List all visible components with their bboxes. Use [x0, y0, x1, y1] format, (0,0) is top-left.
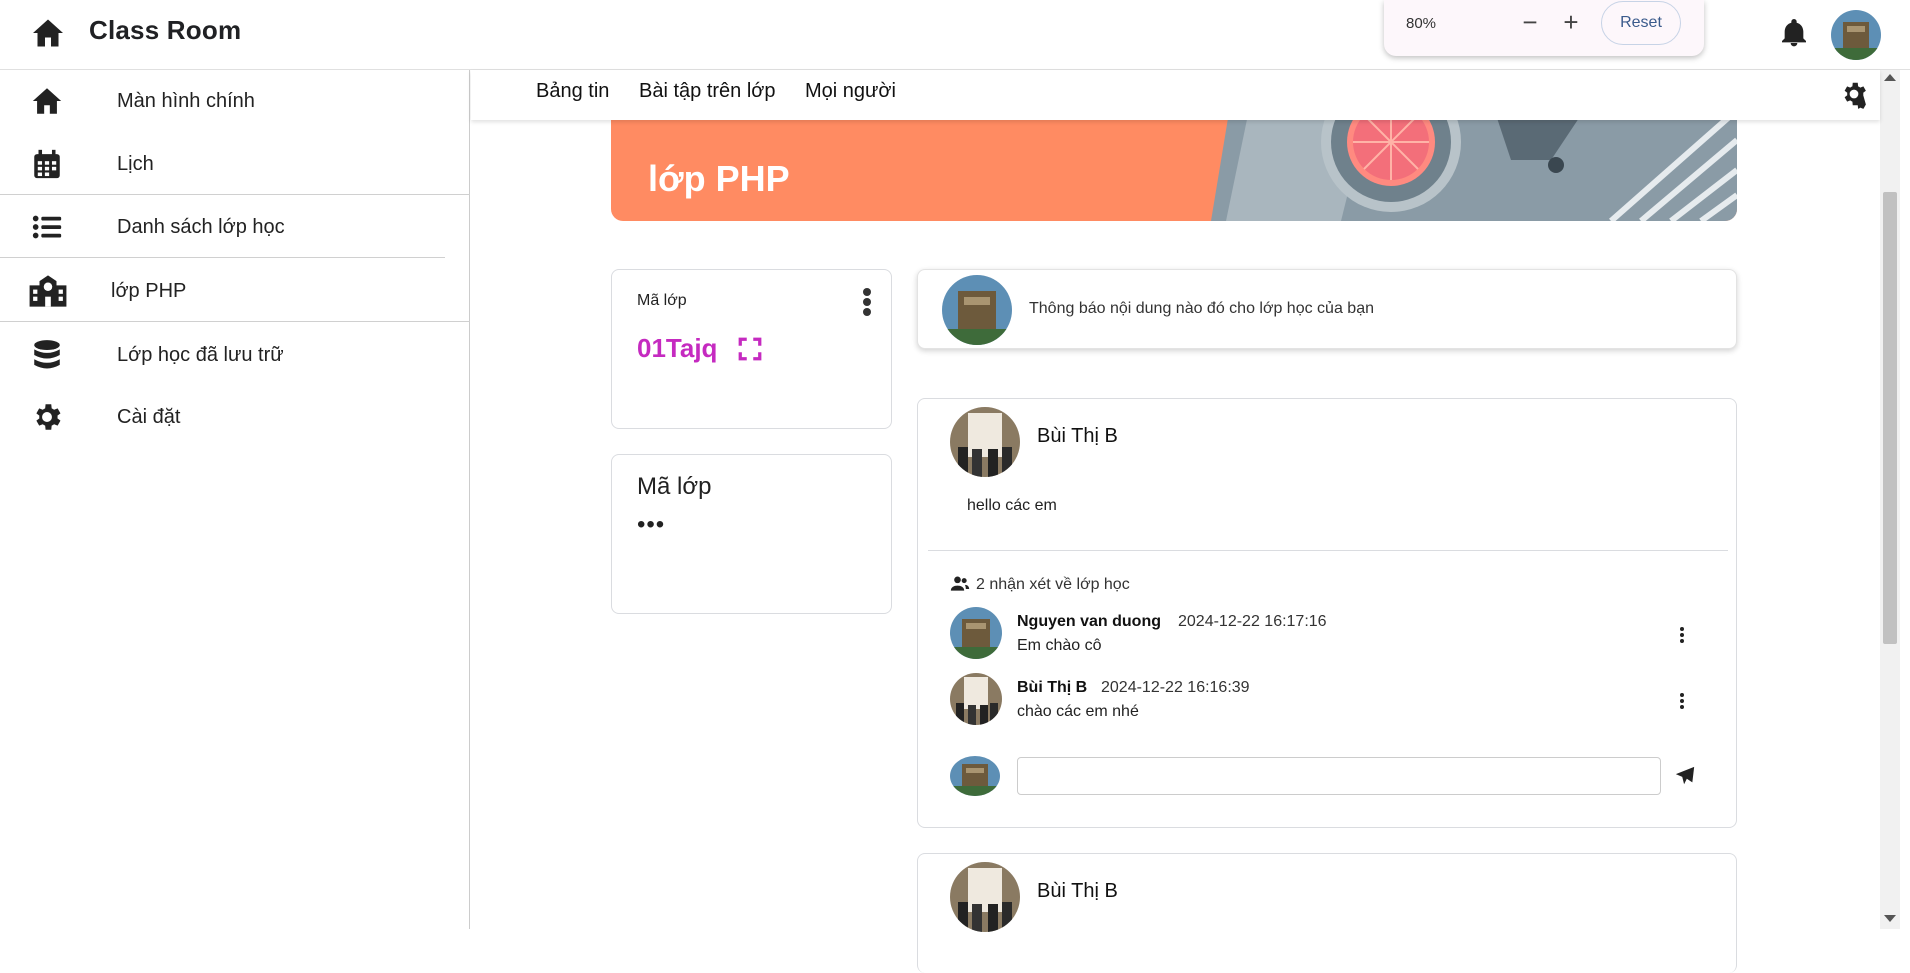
sidebar-item-label: Lớp học đã lưu trữ [117, 344, 284, 366]
sidebar-item-label: Cài đặt [117, 406, 181, 428]
avatar [942, 275, 1012, 345]
announce-box[interactable]: Thông báo nội dung nào đó cho lớp học củ… [917, 269, 1737, 349]
class-code-card: Mã lớp 01Tajq [611, 269, 892, 429]
post-card: Bùi Thị B [917, 853, 1737, 973]
avatar-image [1831, 10, 1881, 60]
school-icon [29, 275, 67, 307]
home-icon[interactable] [30, 15, 66, 51]
divider [928, 550, 1728, 551]
comment-input[interactable] [1017, 757, 1661, 795]
sidebar-item-label: Màn hình chính [117, 90, 255, 112]
class-code-label: Mã lớp [637, 292, 687, 309]
comment-time: 2024-12-22 16:17:16 [1178, 613, 1327, 630]
tab-people[interactable]: Mọi người [805, 80, 896, 103]
sidebar: Màn hình chính Lịch Danh sách lớp học lớ… [0, 70, 470, 929]
sidebar-item-label: Lịch [117, 153, 154, 175]
post-author: Bùi Thị B [1037, 425, 1118, 447]
avatar [950, 673, 1002, 725]
people-icon [950, 576, 970, 591]
class-tabs: Bảng tin Bài tập trên lớp Mọi người [471, 70, 1880, 120]
sidebar-item-label: lớp PHP [111, 280, 187, 302]
calendar-icon [34, 149, 60, 179]
sidebar-item-settings[interactable]: Cài đặt [0, 386, 470, 448]
bell-icon[interactable] [1778, 17, 1810, 49]
comment-author: Bùi Thị B [1017, 679, 1088, 696]
comment-count[interactable]: 2 nhận xét về lớp học [950, 575, 1130, 594]
zoom-out-button[interactable]: − [1515, 8, 1545, 38]
comment-author: Nguyen van duong [1017, 613, 1161, 630]
class-title: lớp PHP [648, 158, 790, 199]
comment-time: 2024-12-22 16:16:39 [1101, 679, 1250, 696]
announce-placeholder: Thông báo nội dung nào đó cho lớp học củ… [1029, 300, 1374, 317]
comment-item: Bùi Thị B 2024-12-22 16:16:39 chào các e… [950, 673, 1710, 729]
avatar [950, 407, 1020, 477]
sidebar-item-label: Danh sách lớp học [117, 216, 285, 238]
gear-icon [36, 404, 61, 430]
divider [0, 257, 445, 258]
scroll-down-arrow[interactable] [1884, 915, 1896, 922]
more-options-icon[interactable] [1677, 627, 1687, 647]
divider [0, 321, 470, 322]
class-code-value: 01Tajq [637, 333, 718, 363]
scroll-up-arrow[interactable] [1884, 74, 1896, 81]
more-options-icon[interactable] [862, 288, 872, 322]
info-card: Mã lớp ••• [611, 454, 892, 614]
comment-text: Em chào cô [1017, 637, 1102, 654]
zoom-reset-button[interactable]: Reset [1601, 1, 1681, 45]
card-title: Mã lớp [637, 473, 712, 500]
user-avatar[interactable] [1831, 10, 1881, 60]
divider [0, 194, 470, 195]
gear-icon[interactable] [1839, 79, 1869, 109]
post-author: Bùi Thị B [1037, 880, 1118, 902]
scrollbar[interactable] [1880, 70, 1900, 929]
post-card: Bùi Thị B hello các em 2 nhận xét về lớp… [917, 398, 1737, 828]
card-dots: ••• [637, 511, 666, 538]
list-icon [32, 215, 62, 239]
avatar [950, 607, 1002, 659]
more-options-icon[interactable] [1677, 693, 1687, 713]
app-title[interactable]: Class Room [89, 15, 241, 46]
top-bar: Class Room 80% − + Reset [0, 0, 1910, 70]
tab-stream[interactable]: Bảng tin [536, 80, 609, 103]
tab-classwork[interactable]: Bài tập trên lớp [639, 80, 776, 103]
post-body: hello các em [967, 497, 1057, 514]
zoom-in-button[interactable]: + [1556, 8, 1586, 38]
avatar [950, 862, 1020, 932]
sidebar-item-home[interactable]: Màn hình chính [0, 70, 470, 132]
database-icon [34, 340, 60, 369]
zoom-popup: 80% − + Reset [1384, 0, 1704, 56]
fullscreen-icon[interactable] [737, 336, 763, 362]
home-icon [32, 88, 62, 114]
scrollbar-thumb[interactable] [1883, 192, 1897, 644]
zoom-level: 80% [1406, 15, 1437, 32]
comment-text: chào các em nhé [1017, 703, 1139, 720]
avatar [950, 756, 1000, 796]
sidebar-item-calendar[interactable]: Lịch [0, 133, 470, 195]
comment-count-text: 2 nhận xét về lớp học [976, 576, 1130, 593]
sidebar-item-archived[interactable]: Lớp học đã lưu trữ [0, 324, 470, 386]
comment-item: Nguyen van duong 2024-12-22 16:17:16 Em … [950, 607, 1710, 663]
sidebar-item-class-list[interactable]: Danh sách lớp học [0, 196, 470, 258]
send-icon[interactable] [1674, 765, 1696, 787]
sidebar-item-php-class[interactable]: lớp PHP [0, 260, 470, 322]
